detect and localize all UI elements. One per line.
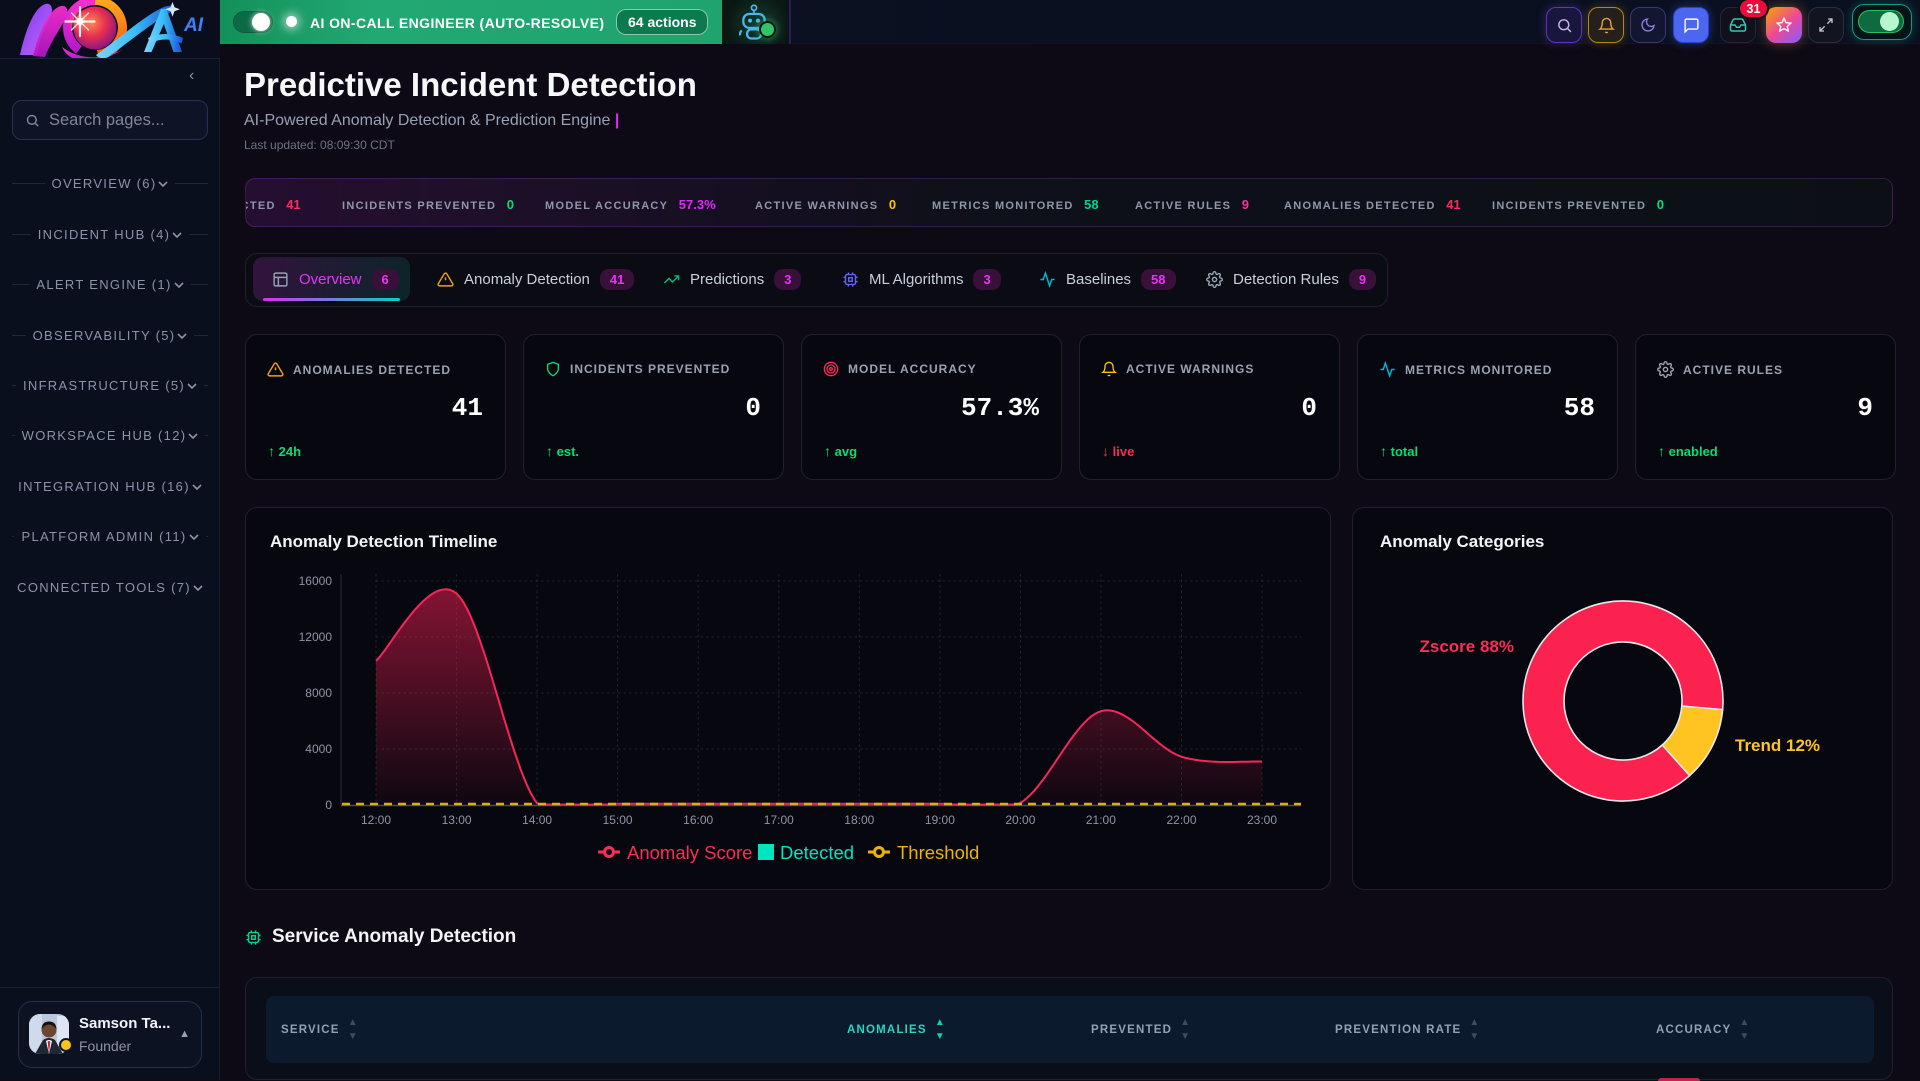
svg-text:18:00: 18:00 (844, 813, 874, 827)
svg-text:Threshold: Threshold (897, 842, 979, 863)
svg-text:Anomaly Score: Anomaly Score (627, 842, 752, 863)
svg-text:8000: 8000 (305, 686, 332, 700)
svg-text:4000: 4000 (305, 742, 332, 756)
svg-text:16:00: 16:00 (683, 813, 713, 827)
svg-text:17:00: 17:00 (764, 813, 794, 827)
svg-text:Detected: Detected (780, 842, 854, 863)
svg-text:AI: AI (183, 15, 204, 36)
svg-text:21:00: 21:00 (1086, 813, 1116, 827)
svg-text:Trend 12%: Trend 12% (1735, 736, 1820, 755)
svg-text:22:00: 22:00 (1166, 813, 1196, 827)
svg-text:14:00: 14:00 (522, 813, 552, 827)
svg-text:0: 0 (325, 798, 332, 812)
svg-text:13:00: 13:00 (442, 813, 472, 827)
svg-text:12000: 12000 (299, 630, 333, 644)
svg-text:23:00: 23:00 (1247, 813, 1277, 827)
svg-text:19:00: 19:00 (925, 813, 955, 827)
svg-text:Zscore 88%: Zscore 88% (1420, 637, 1515, 656)
svg-text:20:00: 20:00 (1005, 813, 1035, 827)
svg-text:15:00: 15:00 (603, 813, 633, 827)
svg-text:16000: 16000 (299, 574, 333, 588)
svg-text:12:00: 12:00 (361, 813, 391, 827)
